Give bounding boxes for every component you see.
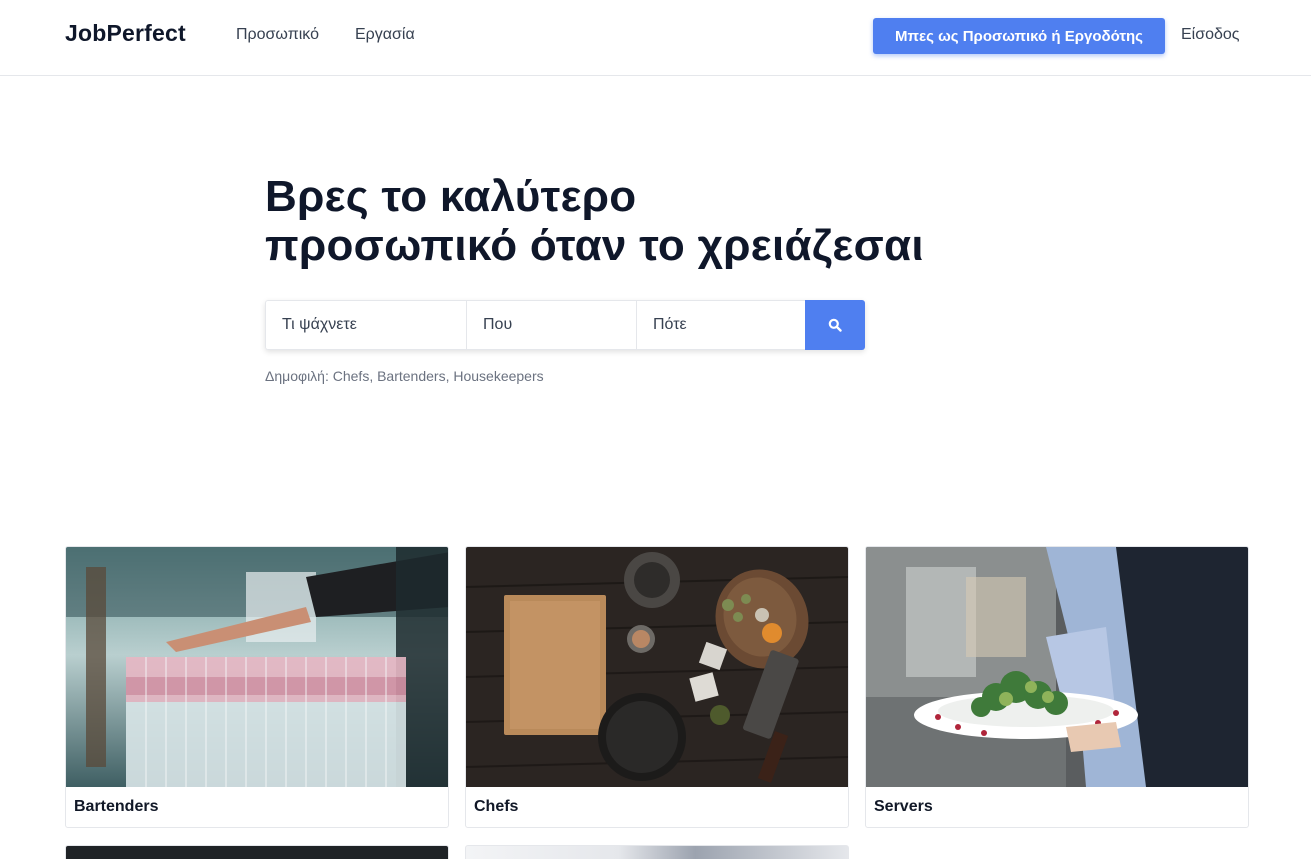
category-card-label: Bartenders — [74, 798, 159, 815]
waiter-plate-photo — [866, 547, 1248, 787]
search-button[interactable] — [805, 300, 865, 350]
category-card-label: Chefs — [474, 798, 519, 815]
nav-link-work[interactable]: Εργασία — [355, 26, 415, 44]
kitchen-table-photo — [466, 547, 848, 787]
popular-searches: Δημοφιλή: Chefs, Bartenders, Housekeeper… — [265, 368, 544, 384]
login-link[interactable]: Είσοδος — [1181, 26, 1240, 44]
bar-glasses-photo — [66, 547, 448, 787]
category-card-servers[interactable]: Servers — [865, 546, 1249, 828]
search-what-input[interactable] — [265, 300, 466, 350]
nav-link-staff[interactable]: Προσωπικό — [236, 26, 319, 44]
search-where-input[interactable] — [466, 300, 636, 350]
signup-cta-button[interactable]: Μπες ως Προσωπικό ή Εργοδότης — [873, 18, 1165, 54]
category-card-chefs[interactable]: Chefs — [465, 546, 849, 828]
logo[interactable]: JobPerfect — [65, 20, 186, 47]
search-bar — [265, 300, 865, 350]
category-card-bartenders[interactable]: Bartenders — [65, 546, 449, 828]
hero-title-line-1: Βρες το καλύτερο — [265, 172, 637, 221]
hero-title: Βρες το καλύτερο προσωπικό όταν το χρειά… — [265, 172, 1025, 270]
search-when-input[interactable] — [636, 300, 805, 350]
category-card-label: Servers — [874, 798, 933, 815]
category-card-partial[interactable] — [465, 845, 849, 859]
hero-title-line-2: προσωπικό όταν το χρειάζεσαι — [265, 221, 924, 270]
top-navbar: JobPerfect Προσωπικό Εργασία Μπες ως Προ… — [0, 0, 1311, 76]
category-card-partial[interactable] — [65, 845, 449, 859]
search-icon — [828, 318, 842, 332]
